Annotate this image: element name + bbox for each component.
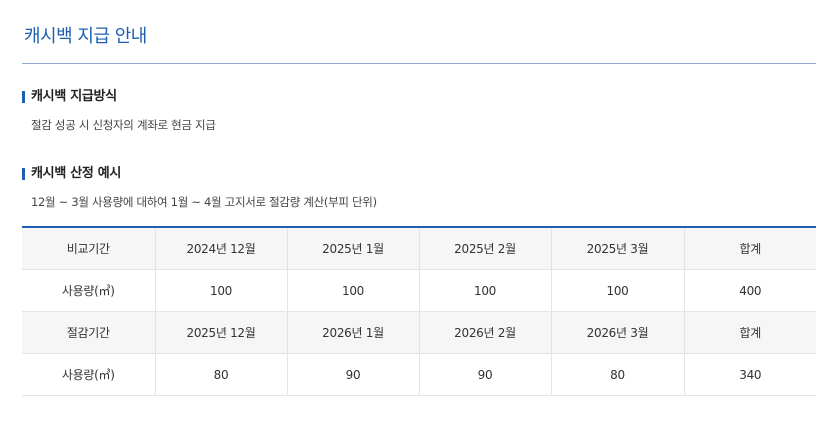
table-cell: 2026년 3월 <box>550 311 684 354</box>
title-divider <box>22 63 816 64</box>
section-heading-payment-method: 캐시백 지급방식 <box>22 89 117 105</box>
table-cell: 80 <box>154 353 287 396</box>
table-cell: 2025년 1월 <box>286 227 419 270</box>
table-cell: 2025년 2월 <box>418 227 551 270</box>
table-row-comparison-period: 비교기간 2024년 12월 2025년 1월 2025년 2월 2025년 3… <box>22 227 816 270</box>
table-cell: 2025년 12월 <box>154 311 287 354</box>
table-cell-row-label: 비교기간 <box>22 227 155 270</box>
section-text-calculation-example: 12월 ~ 3월 사용량에 대하여 1월 ~ 4월 고지서로 절감량 계산(부피… <box>31 195 377 209</box>
table-cell: 2026년 2월 <box>418 311 551 354</box>
table-cell-row-label: 사용량(㎥) <box>22 353 155 396</box>
table-cell: 100 <box>550 269 684 312</box>
section-heading-calculation-example: 캐시백 산정 예시 <box>22 166 121 182</box>
table-cell: 90 <box>286 353 419 396</box>
table-cell-total: 합계 <box>683 311 816 354</box>
table-cell: 80 <box>550 353 684 396</box>
table-cell: 100 <box>154 269 287 312</box>
table-cell-total: 합계 <box>683 227 816 270</box>
table-cell: 2026년 1월 <box>286 311 419 354</box>
table-cell-row-label: 사용량(㎥) <box>22 269 155 312</box>
table-cell-total: 340 <box>683 353 816 396</box>
table-row-comparison-usage: 사용량(㎥) 100 100 100 100 400 <box>22 269 816 312</box>
table-cell: 2024년 12월 <box>154 227 287 270</box>
table-cell: 2025년 3월 <box>550 227 684 270</box>
section-text-payment-method: 절감 성공 시 신청자의 계좌로 현금 지급 <box>31 118 216 132</box>
table-cell: 100 <box>418 269 551 312</box>
cashback-example-table: 비교기간 2024년 12월 2025년 1월 2025년 2월 2025년 3… <box>22 226 816 396</box>
page-title: 캐시백 지급 안내 <box>24 26 147 47</box>
table-row-saving-usage: 사용량(㎥) 80 90 90 80 340 <box>22 353 816 396</box>
table-cell: 100 <box>286 269 419 312</box>
table-row-saving-period: 절감기간 2025년 12월 2026년 1월 2026년 2월 2026년 3… <box>22 311 816 354</box>
table-cell-total: 400 <box>683 269 816 312</box>
table-cell: 90 <box>418 353 551 396</box>
table-cell-row-label: 절감기간 <box>22 311 155 354</box>
